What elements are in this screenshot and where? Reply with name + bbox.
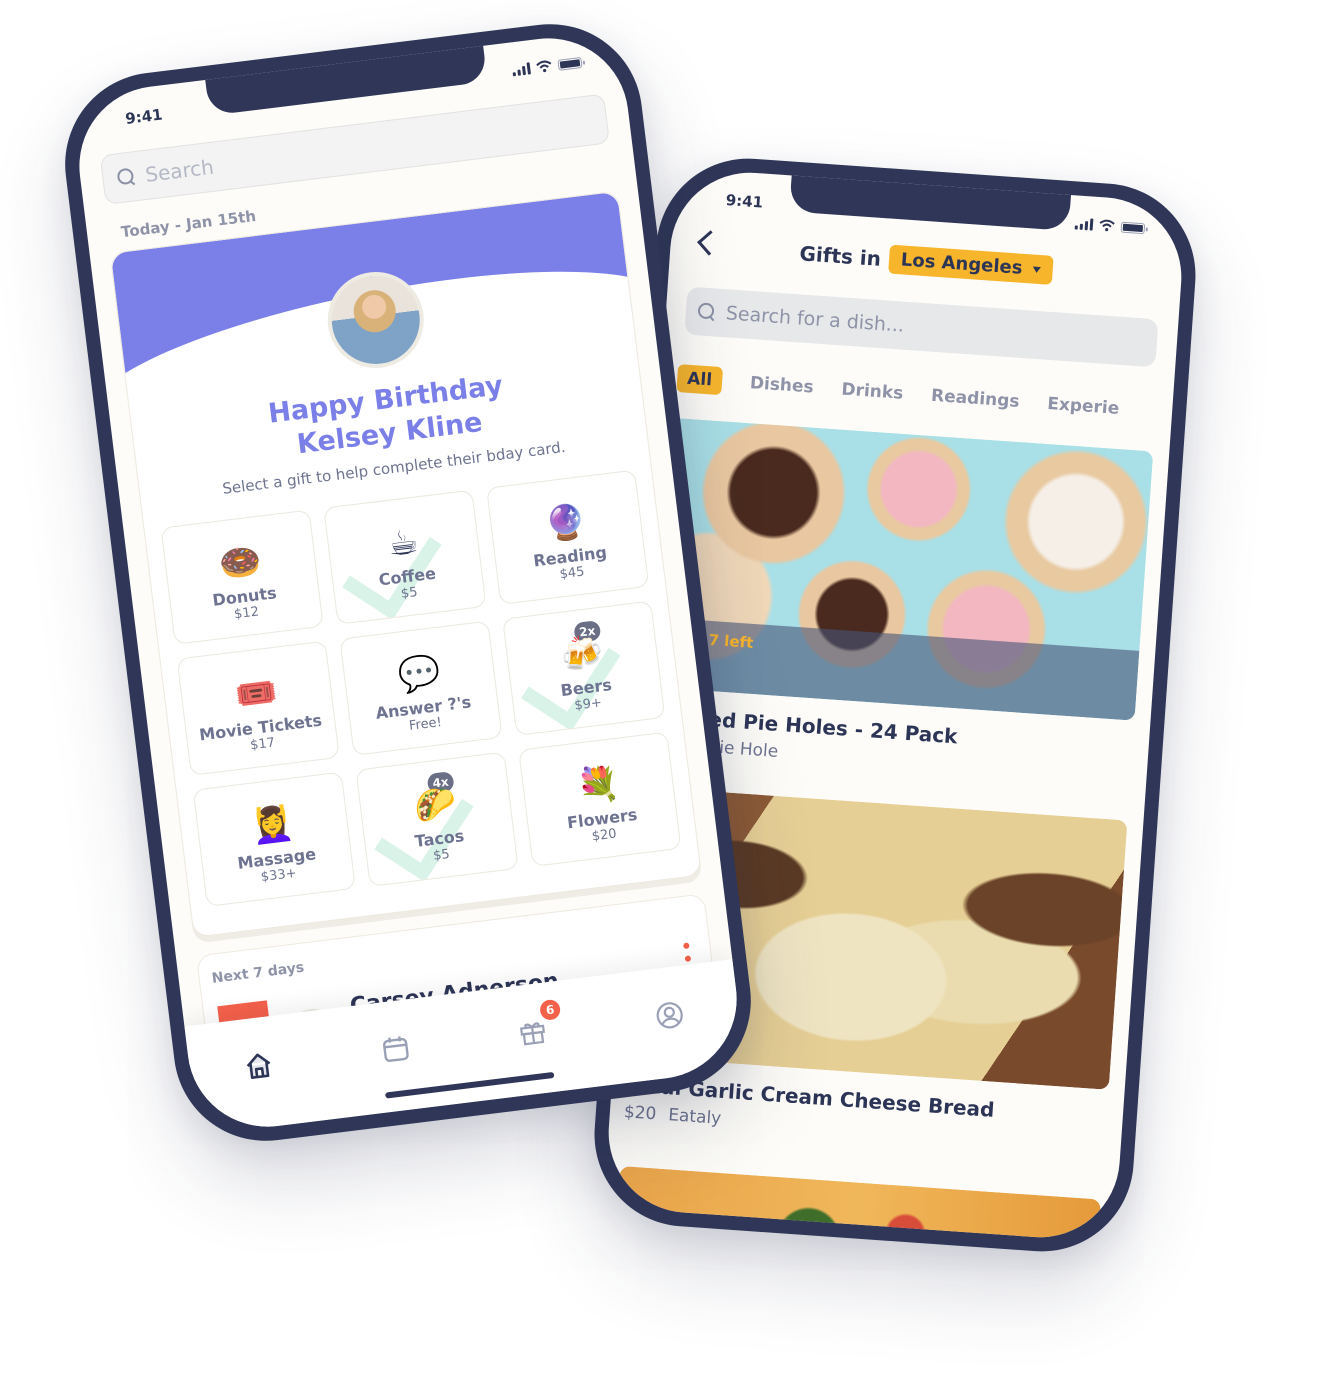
battery-icon [557,56,583,71]
signal-icon [1074,217,1094,231]
gift-price: $33+ [260,865,298,886]
phone-left: 9:41 Search Today - Jan 15th Happy Birth… [54,13,762,1152]
city-dropdown[interactable]: Los Angeles [887,244,1054,285]
gift-donuts[interactable]: 🍩 Donuts $12 [160,509,324,645]
search-placeholder: Search for a dish... [725,302,905,337]
search-input[interactable]: Search [99,93,610,206]
profile-icon [656,1002,683,1029]
dish-image: Only 7 left [653,417,1154,721]
tab-profile[interactable] [647,993,692,1038]
tab-all[interactable]: All [676,364,723,396]
today-label: Today - Jan 15th [120,206,257,242]
battery-icon [1120,221,1146,234]
gift-price: $5 [432,846,451,864]
gift-price: $9+ [573,695,603,714]
home-icon [246,1053,271,1079]
gift-beers[interactable]: 2x 🍻 Beers $9+ [502,600,666,736]
birthday-card: Happy Birthday Kelsey Kline Select a gif… [109,190,702,938]
tab-drinks[interactable]: Drinks [841,380,904,404]
taco-icon: 🌮 [411,782,459,828]
search-placeholder: Search [143,154,216,187]
gift-icon [519,1022,545,1046]
phone-left-screen: 9:41 Search Today - Jan 15th Happy Birth… [70,29,746,1136]
notch [789,173,1072,231]
gift-grid: 🍩 Donuts $12 ☕ Coffee $5 🔮 Reading $45 🎟… [160,469,682,907]
status-time: 9:41 [725,190,764,212]
donut-icon: 🍩 [216,540,264,586]
coffee-icon: ☕ [385,521,421,566]
city-name: Los Angeles [900,249,1024,279]
dish-image [611,1165,1102,1243]
gift-massage[interactable]: 💆‍♀️ Massage $33+ [192,771,356,907]
gift-price: Free! [408,714,443,734]
header-title: Gifts in Los Angeles [670,229,1183,294]
status-time: 9:41 [124,105,164,128]
massage-icon: 💆‍♀️ [249,802,297,848]
calendar-icon [382,1036,409,1062]
tab-gifts[interactable]: 6 [510,998,562,1055]
wifi-icon [536,60,552,73]
crystal-ball-icon: 🔮 [542,500,590,546]
gift-flowers[interactable]: 💐 Flowers $20 [518,731,682,867]
dish-card[interactable]: Only 7 left ssorted Pie Holes - 24 Pack … [649,417,1154,787]
gift-answer-questions[interactable]: 💬 Answer ?'s Free! [339,620,503,756]
wifi-icon [1099,219,1115,232]
tab-calendar[interactable] [373,1027,418,1072]
status-icons [1074,217,1146,234]
gift-tacos[interactable]: 4x 🌮 Tacos $5 [355,751,519,887]
search-icon [116,167,136,187]
gift-price: $12 [233,604,260,623]
gift-price: $20 [591,826,618,845]
gift-reading[interactable]: 🔮 Reading $45 [486,469,650,605]
stock-banner: Only 7 left [653,617,1140,721]
notch [205,43,488,116]
dish-price: $20 [623,1102,658,1125]
status-icons [512,56,583,77]
dish-vendor: Eataly [667,1105,722,1129]
bouquet-icon: 💐 [574,762,622,808]
home-indicator [384,1071,555,1099]
gift-coffee[interactable]: ☕ Coffee $5 [323,489,487,625]
dish-search-input[interactable]: Search for a dish... [684,286,1159,368]
signal-icon [512,62,531,77]
tab-home[interactable] [236,1043,281,1088]
gift-price: $17 [249,735,276,754]
gift-price: $45 [558,564,586,583]
category-tabs: All Dishes Drinks Readings Experie [676,364,1186,429]
beer-icon: 🍻 [558,631,606,677]
header-title-text: Gifts in [798,240,882,271]
tab-dishes[interactable]: Dishes [749,373,814,397]
caret-down-icon [1032,266,1041,273]
search-icon [697,302,716,321]
gift-movie-tickets[interactable]: 🎟️ Movie Tickets $17 [176,640,340,776]
tab-experiences[interactable]: Experie [1047,394,1120,419]
ticket-icon: 🎟️ [233,671,280,717]
dish-card[interactable] [611,1165,1102,1243]
upcoming-label: Next 7 days [210,959,306,987]
speech-bubble-icon: 💬 [395,651,443,697]
gift-price: $5 [400,584,419,602]
tab-readings[interactable]: Readings [930,386,1020,412]
